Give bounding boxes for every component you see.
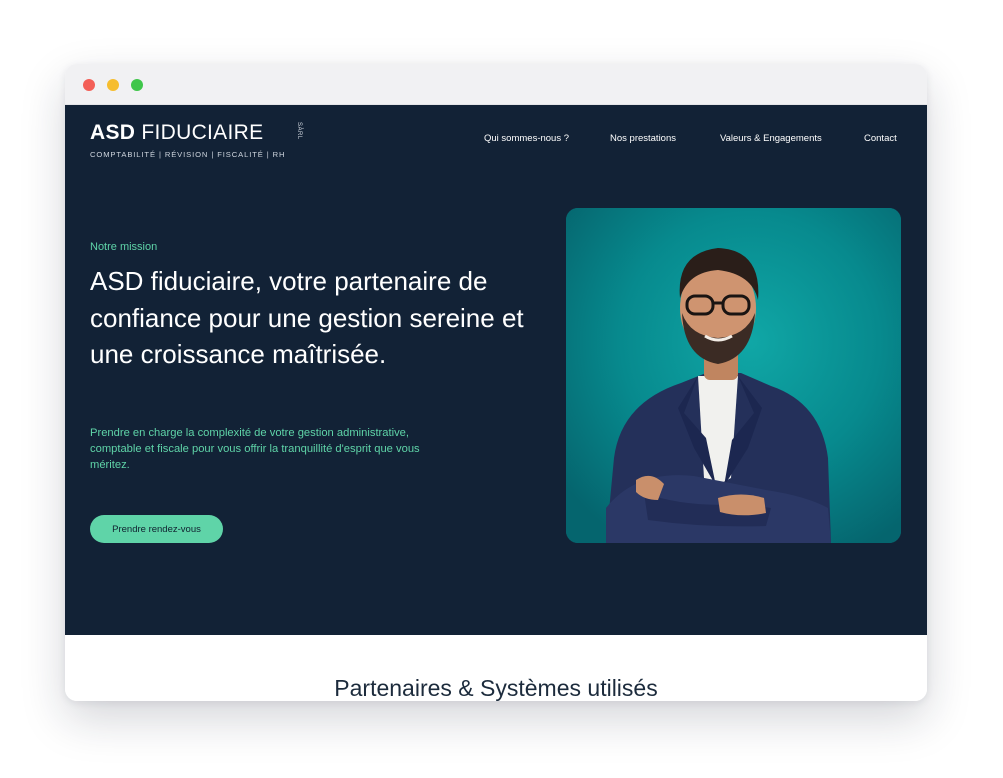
nav-item-about[interactable]: Qui sommes-nous ? — [484, 133, 569, 144]
close-window-button[interactable] — [83, 79, 95, 91]
nav-item-values[interactable]: Valeurs & Engagements — [720, 133, 822, 144]
nav-item-services[interactable]: Nos prestations — [610, 133, 676, 144]
window-titlebar — [65, 64, 927, 105]
maximize-window-button[interactable] — [131, 79, 143, 91]
main-navigation: Qui sommes-nous ? Nos prestations Valeur… — [65, 133, 927, 147]
hero-eyebrow: Notre mission — [90, 241, 158, 253]
portrait-photo — [566, 208, 901, 543]
partners-title: Partenaires & Systèmes utilisés — [334, 675, 658, 701]
portrait-illustration — [566, 208, 901, 543]
nav-item-contact[interactable]: Contact — [864, 133, 897, 144]
browser-window: ASD FIDUCIAIRE SÀRL COMPTABILITÉ | RÉVIS… — [65, 64, 927, 701]
partners-section: Partenaires & Systèmes utilisés — [65, 635, 927, 701]
book-appointment-button[interactable]: Prendre rendez-vous — [90, 515, 223, 543]
minimize-window-button[interactable] — [107, 79, 119, 91]
logo-tagline: COMPTABILITÉ | RÉVISION | FISCALITÉ | RH — [90, 150, 286, 159]
hero-section: ASD FIDUCIAIRE SÀRL COMPTABILITÉ | RÉVIS… — [65, 105, 927, 635]
hero-headline: ASD fiduciaire, votre partenaire de conf… — [90, 266, 524, 369]
hero-lead-text: Prendre en charge la complexité de votre… — [90, 427, 420, 471]
